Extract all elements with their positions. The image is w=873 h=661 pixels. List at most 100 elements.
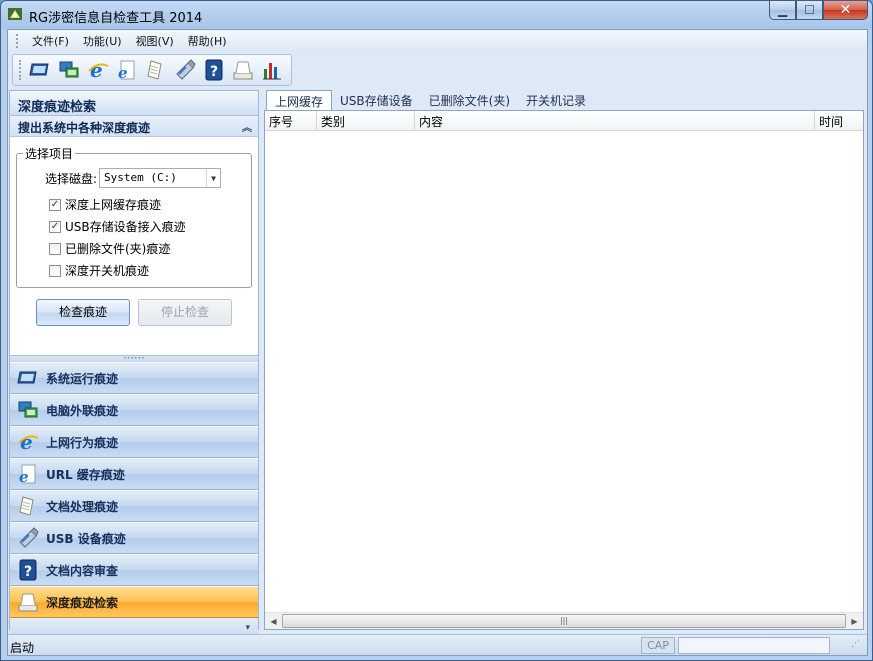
nav-usb-device[interactable]: USB 设备痕迹 bbox=[10, 522, 258, 554]
tab-strip: 上网缓存 USB存储设备 已删除文件(夹) 开关机记录 bbox=[266, 90, 594, 110]
minimize-button[interactable]: ▁ bbox=[769, 1, 796, 20]
panel-header: 深度痕迹检索 bbox=[10, 91, 258, 116]
title-bar: RG涉密信息自检查工具 2014 ▁ ☐ ✕ bbox=[1, 1, 872, 29]
checkbox-unchecked[interactable] bbox=[49, 242, 61, 255]
scroll-thumb[interactable]: ||| bbox=[282, 614, 846, 628]
app-window: RG涉密信息自检查工具 2014 ▁ ☐ ✕ 文件(F) 功能(U) 视图(V)… bbox=[0, 0, 873, 661]
nav-deep-search[interactable]: 深度痕迹检索 bbox=[10, 586, 258, 618]
panel-subheader[interactable]: 搜出系统中各种深度痕迹 ︽ bbox=[10, 116, 258, 137]
column-header-time[interactable]: 时间 bbox=[815, 111, 863, 130]
menu-help[interactable]: 帮助(H) bbox=[181, 31, 234, 51]
help-icon: ? bbox=[19, 559, 37, 581]
option-web-cache[interactable]: ✓ 深度上网缓存痕迹 bbox=[49, 196, 161, 213]
svg-text:?: ? bbox=[210, 64, 218, 80]
option-power[interactable]: 深度开关机痕迹 bbox=[49, 262, 149, 279]
checkbox-checked[interactable]: ✓ bbox=[49, 198, 61, 211]
url-cache-icon: e bbox=[118, 60, 135, 81]
column-header-content[interactable]: 内容 bbox=[415, 111, 815, 130]
usb-icon bbox=[19, 527, 39, 548]
checkbox-unchecked[interactable] bbox=[49, 264, 61, 277]
toolbar-url-button[interactable]: e bbox=[115, 58, 139, 82]
scan-icon bbox=[18, 593, 38, 612]
nav-document-processing[interactable]: 文档处理痕迹 bbox=[10, 490, 258, 522]
scroll-left-icon[interactable]: ◀ bbox=[265, 613, 282, 629]
option-usb[interactable]: ✓ USB存储设备接入痕迹 bbox=[49, 218, 186, 235]
toolbar-document-button[interactable] bbox=[144, 58, 168, 82]
scan-icon bbox=[233, 61, 253, 80]
option-label: 深度上网缓存痕迹 bbox=[65, 198, 162, 212]
panel-splitter[interactable]: •••••• bbox=[10, 355, 258, 362]
tab-power-records[interactable]: 开关机记录 bbox=[518, 90, 594, 109]
network-computer-icon bbox=[59, 61, 79, 78]
toolbar-scan-button[interactable] bbox=[231, 58, 255, 82]
maximize-button[interactable]: ☐ bbox=[796, 1, 823, 20]
disk-label: 选择磁盘: bbox=[45, 171, 98, 186]
chart-icon bbox=[263, 63, 281, 80]
chevron-down-icon[interactable]: ▾ bbox=[245, 623, 250, 633]
options-area: 选择项目 选择磁盘: System (C:) ▼ ✓ 深度上网缓存痕迹 ✓ US… bbox=[10, 137, 258, 355]
close-button[interactable]: ✕ bbox=[823, 1, 868, 20]
nav-label: URL 缓存痕迹 bbox=[46, 467, 125, 482]
column-header-category[interactable]: 类别 bbox=[317, 111, 415, 130]
toolbar-ie-button[interactable]: e bbox=[86, 58, 110, 82]
toolbar-help-button[interactable]: ? bbox=[202, 58, 226, 82]
toolbar-chart-button[interactable] bbox=[260, 58, 284, 82]
scroll-right-icon[interactable]: ▶ bbox=[846, 613, 863, 629]
option-label: USB存储设备接入痕迹 bbox=[65, 220, 186, 234]
toolbar-network-button[interactable] bbox=[57, 58, 81, 82]
left-panel: 深度痕迹检索 搜出系统中各种深度痕迹 ︽ 选择项目 选择磁盘: System (… bbox=[9, 90, 259, 641]
tab-deleted-files[interactable]: 已删除文件(夹) bbox=[421, 90, 518, 109]
nav-label: 文档处理痕迹 bbox=[46, 499, 119, 514]
column-header-index[interactable]: 序号 bbox=[265, 111, 317, 130]
nav-external-connection[interactable]: 电脑外联痕迹 bbox=[10, 394, 258, 426]
nav-url-cache[interactable]: e URL 缓存痕迹 bbox=[10, 458, 258, 490]
status-progress bbox=[678, 637, 830, 654]
tab-web-cache[interactable]: 上网缓存 bbox=[266, 90, 333, 110]
option-deleted-files[interactable]: 已删除文件(夹)痕迹 bbox=[49, 240, 170, 257]
nav-document-review[interactable]: ? 文档内容审查 bbox=[10, 554, 258, 586]
horizontal-scrollbar[interactable]: ◀ ||| ▶ bbox=[265, 612, 863, 629]
nav-system-run[interactable]: 系统运行痕迹 bbox=[10, 362, 258, 394]
nav-label: 系统运行痕迹 bbox=[46, 371, 119, 386]
menu-function[interactable]: 功能(U) bbox=[76, 31, 129, 51]
checkbox-checked[interactable]: ✓ bbox=[49, 220, 61, 233]
disk-select[interactable]: System (C:) ▼ bbox=[99, 168, 222, 188]
option-label: 已删除文件(夹)痕迹 bbox=[65, 242, 171, 256]
right-panel: 上网缓存 USB存储设备 已删除文件(夹) 开关机记录 序号 类别 内容 时间 … bbox=[264, 90, 864, 630]
window-title: RG涉密信息自检查工具 2014 bbox=[29, 11, 203, 26]
nav-label: USB 设备痕迹 bbox=[46, 531, 126, 546]
svg-text:e: e bbox=[19, 468, 29, 485]
toolbar-system-button[interactable] bbox=[28, 58, 52, 82]
panel-subheader-label: 搜出系统中各种深度痕迹 bbox=[18, 121, 151, 135]
select-items-group: 选择项目 选择磁盘: System (C:) ▼ ✓ 深度上网缓存痕迹 ✓ US… bbox=[16, 145, 252, 288]
status-bar: 启动 CAP ⋰ bbox=[8, 634, 867, 655]
menu-bar: 文件(F) 功能(U) 视图(V) 帮助(H) bbox=[8, 30, 867, 52]
document-icon bbox=[147, 60, 162, 80]
results-list[interactable]: 序号 类别 内容 时间 ◀ ||| ▶ bbox=[264, 110, 864, 630]
disk-select-value: System (C:) bbox=[104, 171, 177, 184]
monitor-icon bbox=[17, 371, 37, 384]
collapse-icon[interactable]: ︽ bbox=[242, 119, 252, 134]
toolbar-usb-button[interactable] bbox=[173, 58, 197, 82]
chevron-down-icon[interactable]: ▼ bbox=[206, 169, 220, 187]
menu-view[interactable]: 视图(V) bbox=[129, 31, 181, 51]
list-header: 序号 类别 内容 时间 bbox=[265, 111, 863, 131]
svg-text:e: e bbox=[20, 431, 33, 453]
svg-text:e: e bbox=[118, 64, 128, 81]
client-area: 文件(F) 功能(U) 视图(V) 帮助(H) e e ? 深度痕迹检索 搜出系… bbox=[7, 29, 868, 656]
monitor-icon bbox=[29, 63, 49, 76]
svg-text:e: e bbox=[90, 59, 103, 81]
menu-file[interactable]: 文件(F) bbox=[25, 31, 76, 51]
nav-label: 文档内容审查 bbox=[46, 563, 119, 578]
app-icon bbox=[8, 8, 22, 20]
nav-web-behavior[interactable]: e 上网行为痕迹 bbox=[10, 426, 258, 458]
caps-lock-indicator: CAP bbox=[641, 637, 675, 654]
stop-button: 停止检查 bbox=[138, 299, 232, 326]
check-button[interactable]: 检查痕迹 bbox=[36, 299, 130, 326]
usb-icon bbox=[176, 59, 196, 80]
help-icon: ? bbox=[205, 59, 223, 81]
status-text: 启动 bbox=[10, 641, 35, 655]
toolbar-grip bbox=[19, 60, 22, 80]
resize-grip-icon[interactable]: ⋰ bbox=[851, 639, 865, 653]
tab-usb-storage[interactable]: USB存储设备 bbox=[332, 90, 421, 109]
